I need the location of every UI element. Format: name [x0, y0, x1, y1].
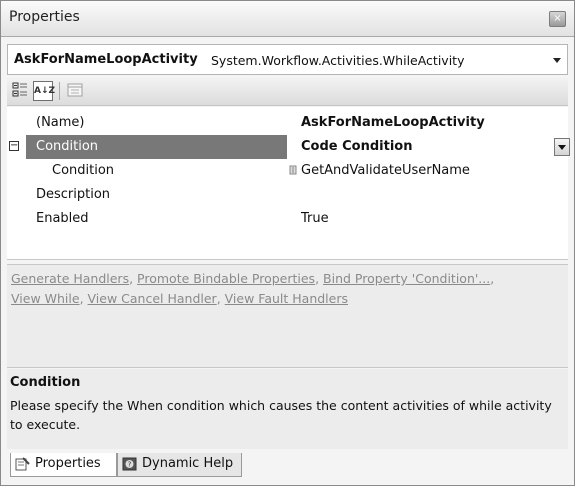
- svg-text:?: ?: [128, 461, 132, 469]
- properties-window: Properties × AskForNameLoopActivity Syst…: [0, 0, 575, 486]
- generate-handlers-link[interactable]: Generate Handlers: [11, 271, 129, 286]
- tab-strip: Properties ? Dynamic Help: [7, 452, 568, 480]
- property-name: Condition: [36, 139, 99, 154]
- tab-label: Dynamic Help: [142, 456, 234, 471]
- property-value[interactable]: AskForNameLoopActivity: [301, 115, 485, 130]
- view-cancel-handler-link[interactable]: View Cancel Handler: [88, 291, 217, 306]
- property-grid: (Name) AskForNameLoopActivity − Conditio…: [7, 107, 570, 260]
- property-name: Description: [36, 187, 111, 202]
- property-name: Enabled: [36, 211, 89, 226]
- description-pane: Condition Please specify the When condit…: [7, 369, 568, 449]
- title-bar[interactable]: Properties ×: [1, 1, 574, 37]
- object-type: System.Workflow.Activities.WhileActivity: [211, 53, 465, 68]
- collapse-icon[interactable]: −: [9, 141, 19, 151]
- bind-property-condition-link[interactable]: Bind Property 'Condition'...: [323, 271, 490, 286]
- close-icon[interactable]: ×: [549, 11, 566, 27]
- view-while-link[interactable]: View While: [11, 291, 80, 306]
- commands-line-2: View While, View Cancel Handler, View Fa…: [11, 291, 348, 306]
- property-row-subcondition[interactable]: Condition GetAndValidateUserName: [7, 159, 568, 183]
- property-row-name[interactable]: (Name) AskForNameLoopActivity: [7, 111, 568, 135]
- description-text: Please specify the When condition which …: [10, 398, 552, 432]
- property-row-condition[interactable]: − Condition Code Condition: [7, 135, 570, 159]
- chevron-down-icon[interactable]: [553, 58, 561, 63]
- commands-pane: Generate Handlers, Promote Bindable Prop…: [7, 264, 568, 368]
- tab-dynamic-help[interactable]: ? Dynamic Help: [117, 453, 242, 477]
- toolbar: A↓Z: [7, 78, 568, 106]
- property-name: (Name): [36, 115, 85, 130]
- properties-icon: [15, 457, 30, 471]
- object-name: AskForNameLoopActivity: [14, 52, 198, 67]
- value-dropdown-button[interactable]: [554, 138, 570, 156]
- property-value[interactable]: GetAndValidateUserName: [301, 163, 470, 178]
- object-selector[interactable]: AskForNameLoopActivity System.Workflow.A…: [7, 44, 568, 75]
- property-pages-icon[interactable]: [65, 81, 85, 101]
- promote-bindable-properties-link[interactable]: Promote Bindable Properties: [137, 271, 315, 286]
- property-row-enabled[interactable]: Enabled True: [7, 207, 568, 231]
- property-value[interactable]: True: [301, 211, 329, 226]
- help-icon: ?: [122, 457, 137, 471]
- commands-line-1: Generate Handlers, Promote Bindable Prop…: [11, 271, 495, 286]
- property-value[interactable]: Code Condition: [301, 139, 412, 154]
- tab-label: Properties: [35, 456, 101, 471]
- categorized-icon[interactable]: [10, 81, 30, 101]
- view-fault-handlers-link[interactable]: View Fault Handlers: [225, 291, 348, 306]
- window-title: Properties: [9, 9, 80, 25]
- property-row-description[interactable]: Description: [7, 183, 568, 207]
- toolbar-separator: [59, 82, 60, 100]
- property-name: Condition: [52, 163, 115, 178]
- description-title: Condition: [10, 375, 81, 390]
- tab-properties[interactable]: Properties: [10, 453, 117, 477]
- alphabetical-sort-icon[interactable]: A↓Z: [33, 81, 55, 101]
- bind-icon: [289, 165, 297, 178]
